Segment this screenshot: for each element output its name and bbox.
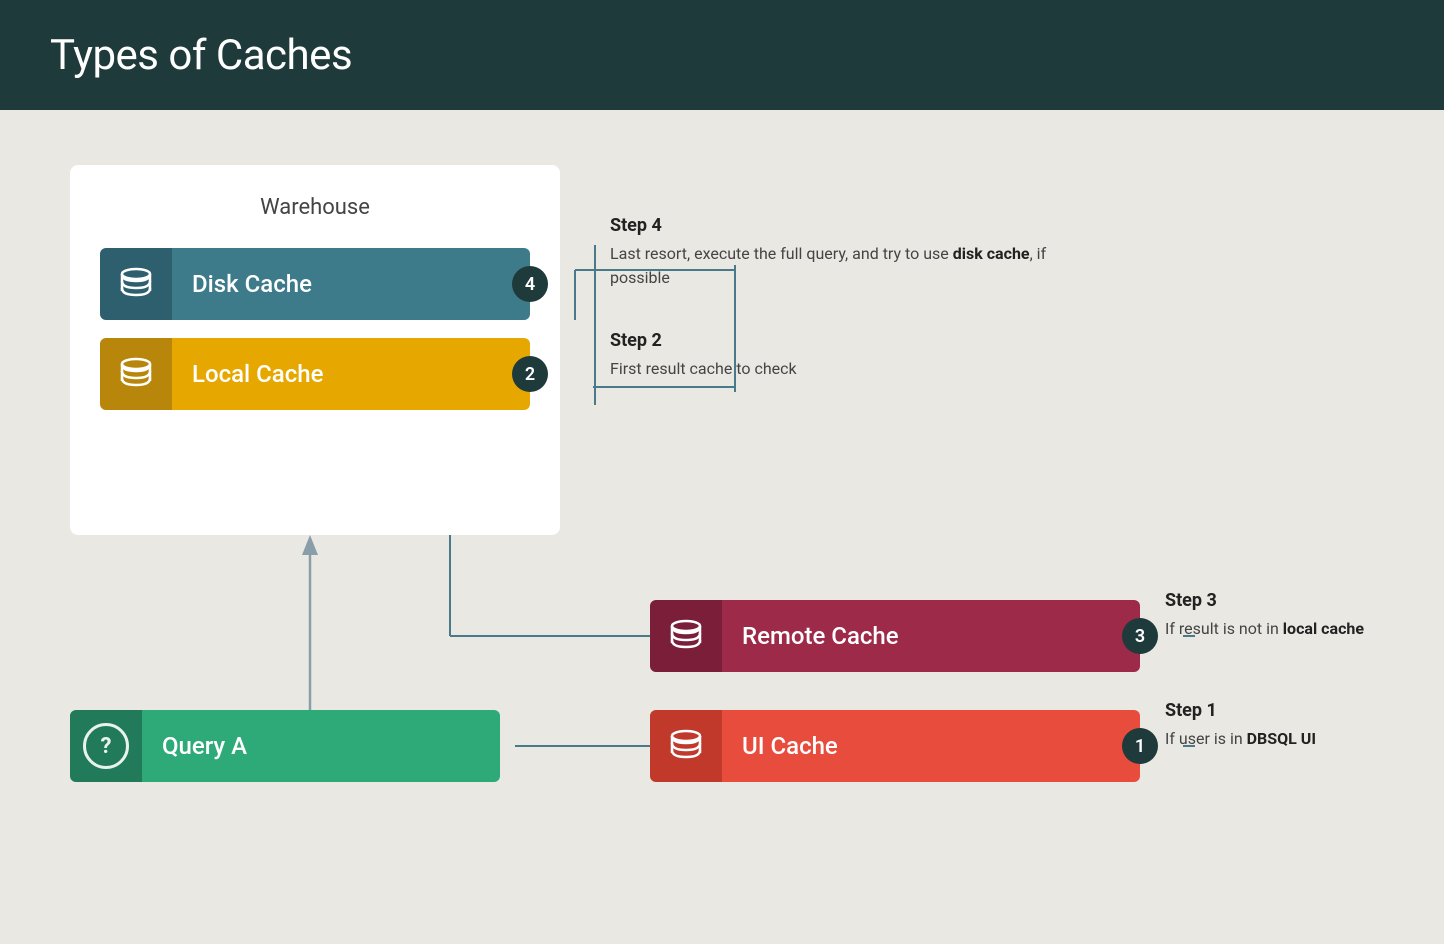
query-a-icon-area: ? — [70, 710, 142, 782]
ui-cache-item: UI Cache 1 — [650, 710, 1140, 782]
step2-title: Step 2 — [610, 330, 1090, 351]
step3-desc-plain: If result is not in — [1165, 619, 1283, 638]
disk-cache-label: Disk Cache — [192, 270, 312, 298]
question-mark-icon: ? — [83, 723, 129, 769]
local-cache-label-area: Local Cache — [172, 338, 530, 410]
step2-block: Step 2 First result cache to check — [610, 330, 1090, 381]
disk-cache-label-area: Disk Cache — [172, 248, 530, 320]
step1-desc-plain: If user is in — [1165, 729, 1247, 748]
query-a-label-area: Query A — [142, 710, 500, 782]
ui-cache-icon-area — [650, 710, 722, 782]
step2-desc: First result cache to check — [610, 357, 1090, 381]
step1-title: Step 1 — [1165, 700, 1405, 721]
ui-cache-db-icon — [666, 726, 706, 766]
ui-cache-badge: 1 — [1122, 728, 1158, 764]
remote-cache-label-area: Remote Cache — [722, 600, 1140, 672]
ui-cache-label-area: UI Cache — [722, 710, 1140, 782]
step3-block: Step 3 If result is not in local cache — [1165, 590, 1405, 641]
query-a-label: Query A — [162, 732, 247, 760]
disk-cache-item: Disk Cache 4 — [100, 248, 530, 320]
disk-cache-db-icon — [116, 264, 156, 304]
remote-cache-db-icon — [666, 616, 706, 656]
step1-desc-bold: DBSQL UI — [1247, 729, 1316, 748]
step3-desc: If result is not in local cache — [1165, 617, 1405, 641]
remote-cache-item: Remote Cache 3 — [650, 600, 1140, 672]
disk-cache-badge: 4 — [512, 266, 548, 302]
ui-cache-label: UI Cache — [742, 732, 838, 760]
step1-desc: If user is in DBSQL UI — [1165, 727, 1405, 751]
warehouse-box: Warehouse Disk Cache 4 — [70, 165, 560, 535]
step3-title: Step 3 — [1165, 590, 1405, 611]
query-a-item: ? Query A — [70, 710, 500, 782]
step4-desc-bold: disk cache — [953, 244, 1030, 263]
warehouse-label: Warehouse — [100, 195, 530, 220]
local-cache-db-icon — [116, 354, 156, 394]
local-cache-label: Local Cache — [192, 360, 323, 388]
step3-desc-bold: local cache — [1283, 619, 1364, 638]
steps-area: Step 4 Last resort, execute the full que… — [610, 215, 1090, 421]
local-cache-icon-area — [100, 338, 172, 410]
local-cache-item: Local Cache 2 — [100, 338, 530, 410]
local-cache-badge: 2 — [512, 356, 548, 392]
main-content: Warehouse Disk Cache 4 — [0, 110, 1444, 944]
page-header: Types of Caches — [0, 0, 1444, 110]
step4-title: Step 4 — [610, 215, 1090, 236]
remote-cache-icon-area — [650, 600, 722, 672]
step4-desc: Last resort, execute the full query, and… — [610, 242, 1090, 290]
remote-cache-badge: 3 — [1122, 618, 1158, 654]
remote-cache-label: Remote Cache — [742, 622, 899, 650]
step4-desc-plain: Last resort, execute the full query, and… — [610, 244, 953, 263]
step4-block: Step 4 Last resort, execute the full que… — [610, 215, 1090, 290]
disk-cache-icon-area — [100, 248, 172, 320]
step1-block: Step 1 If user is in DBSQL UI — [1165, 700, 1405, 751]
page-title: Types of Caches — [50, 31, 352, 80]
